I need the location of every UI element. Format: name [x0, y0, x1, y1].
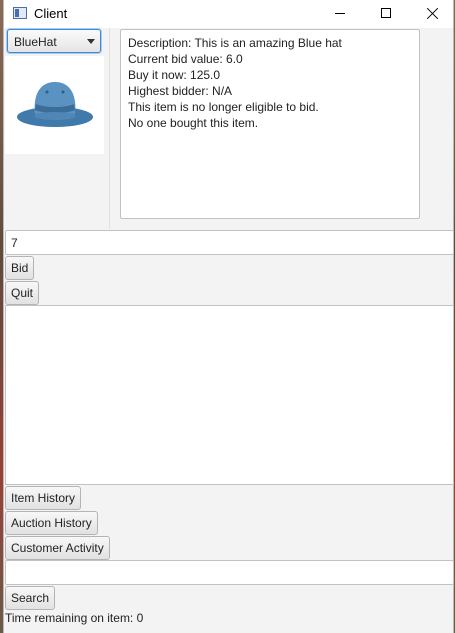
bid-button[interactable]: Bid [5, 256, 35, 280]
maximize-icon [381, 8, 391, 18]
chevron-down-icon [87, 39, 95, 44]
item-selector-value: BlueHat [14, 35, 57, 49]
search-input[interactable] [5, 560, 454, 585]
item-description-area[interactable]: Description: This is an amazing Blue hat… [120, 29, 420, 219]
client-window: Client BlueHat Description: This is an a… [3, 0, 454, 633]
description-line: Description: This is an amazing Blue hat [128, 36, 342, 50]
eligibility-line: This item is no longer eligible to bid. [128, 100, 319, 114]
minimize-icon [335, 13, 345, 14]
window-title: Client [34, 6, 68, 21]
close-icon [426, 6, 438, 20]
title-bar[interactable]: Client [4, 0, 453, 28]
time-remaining-label: Time remaining on item: 0 [5, 611, 144, 625]
current-bid-line: Current bid value: 6.0 [128, 52, 243, 66]
search-button[interactable]: Search [5, 586, 56, 610]
purchase-status-line: No one bought this item. [128, 116, 259, 130]
panel-divider [109, 28, 110, 229]
item-history-button[interactable]: Item History [5, 486, 82, 510]
item-image [5, 56, 104, 154]
app-icon [13, 7, 27, 19]
hat-image [17, 82, 93, 127]
auction-history-button[interactable]: Auction History [5, 511, 98, 535]
buy-it-now-line: Buy it now: 125.0 [128, 68, 221, 82]
minimize-button[interactable] [317, 0, 363, 28]
bid-amount-input[interactable] [5, 230, 454, 255]
output-log-area[interactable] [5, 305, 454, 485]
item-selector-dropdown[interactable]: BlueHat [7, 29, 101, 53]
maximize-button[interactable] [363, 0, 409, 28]
highest-bidder-line: Highest bidder: N/A [128, 84, 233, 98]
close-button[interactable] [409, 0, 455, 28]
quit-button[interactable]: Quit [5, 281, 40, 305]
customer-activity-button[interactable]: Customer Activity [5, 536, 110, 560]
